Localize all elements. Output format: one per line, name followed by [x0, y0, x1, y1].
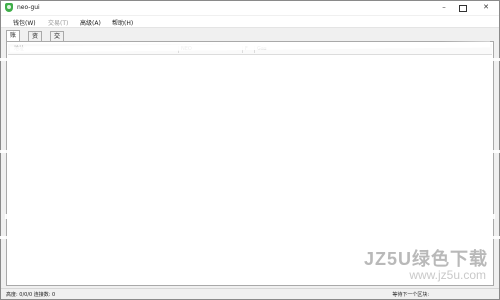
tab-assets[interactable]: 资产 [28, 31, 43, 50]
menu-bar: 钱包(W) 交易(T) 高级(A) 帮助(H) [1, 16, 499, 28]
glare-streak [0, 150, 500, 153]
title-bar: neo-gui – ✕ [1, 1, 499, 15]
glare-streak [0, 236, 500, 239]
status-next-block: 等待下一个区块: [392, 292, 429, 298]
glare-streak [5, 214, 495, 219]
status-bar: 高度: 0/0/0 连接数: 0 等待下一个区块: [1, 288, 499, 299]
maximize-icon[interactable] [454, 2, 472, 13]
close-icon[interactable]: ✕ [473, 2, 499, 13]
menu-transaction[interactable]: 交易(T) [48, 18, 68, 27]
window-title: neo-gui [17, 4, 40, 11]
watermark-url: www.jz5u.com [409, 268, 486, 282]
menu-help[interactable]: 帮助(H) [112, 18, 133, 27]
neo-app-icon [5, 3, 13, 12]
tab-transaction-history[interactable]: 交易记录 [50, 31, 65, 70]
status-height: 高度: 0/0/0 连接数: 0 [6, 292, 56, 298]
glare-streak [20, 138, 490, 143]
tab-accounts[interactable]: 账户 [6, 30, 21, 49]
menu-advanced[interactable]: 高级(A) [80, 18, 101, 27]
minimize-icon[interactable]: – [435, 2, 453, 13]
glare-streak [0, 58, 500, 61]
menu-wallet[interactable]: 钱包(W) [13, 18, 36, 27]
